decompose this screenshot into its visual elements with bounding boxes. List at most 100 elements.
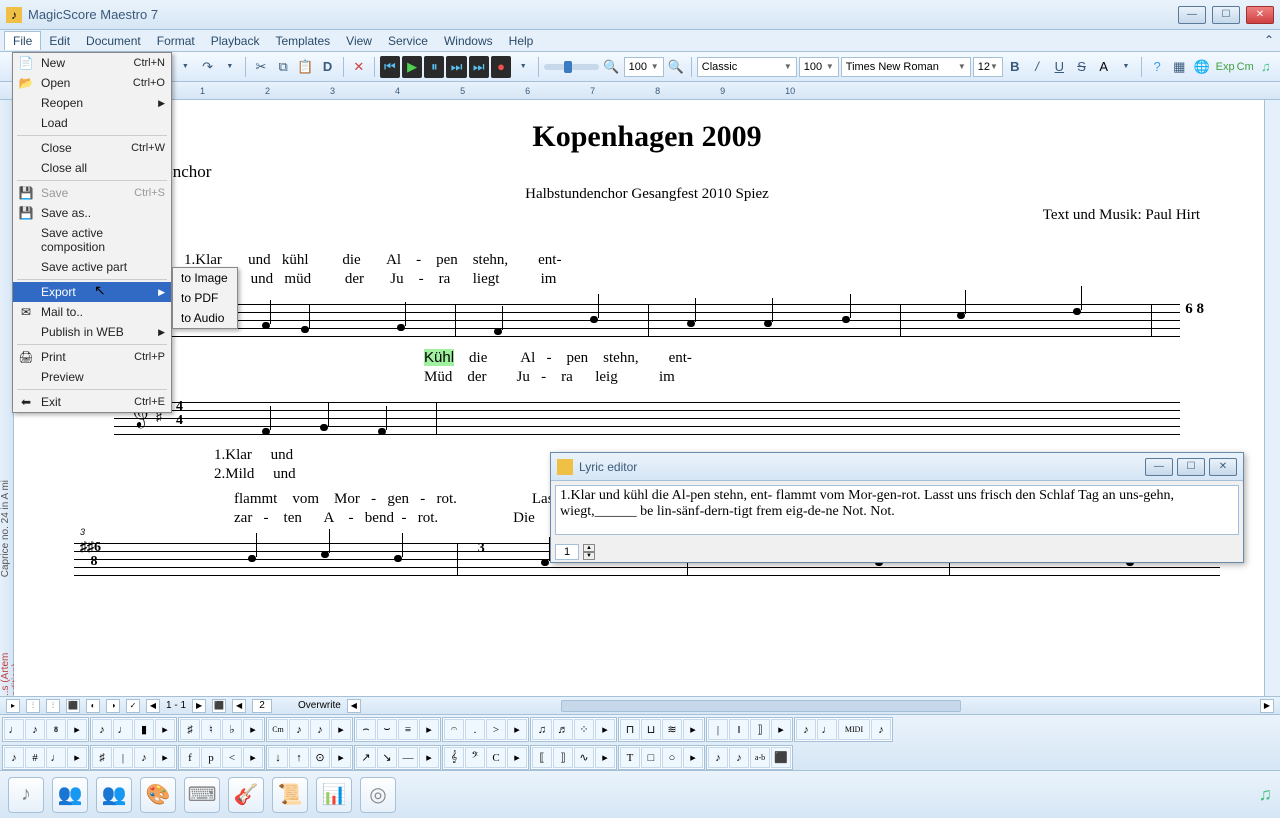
lyric-editor-window[interactable]: Lyric editor — ☐ ✕ ▲▼ [550,452,1244,563]
menu-item-open[interactable]: 📂OpenCtrl+O [13,73,171,93]
menu-caret-icon[interactable]: ⌃ [1264,33,1274,47]
vertical-scrollbar[interactable] [1264,100,1280,696]
palette-btn[interactable]: ▸ [683,747,703,768]
palette-btn[interactable]: ♩ [46,747,66,768]
globe-button[interactable]: 🌐 [1191,56,1211,78]
sb-btn-7[interactable]: ✓ [126,699,140,713]
tool-2-button[interactable]: 👥 [52,777,88,813]
tool-note-button[interactable]: ♪ [8,777,44,813]
palette-btn[interactable]: p [201,747,221,768]
menu-item-exit[interactable]: ⬅ExitCtrl+E [13,392,171,412]
palette-btn[interactable]: . [465,719,485,740]
paste-button[interactable]: 📋 [295,56,315,78]
menu-format[interactable]: Format [149,32,203,50]
palette-btn[interactable]: ∿ [574,747,594,768]
palette-btn[interactable]: ▸ [771,719,791,740]
palette-midi-btn[interactable]: MIDI [838,719,870,740]
palette-btn[interactable]: ▸ [419,719,439,740]
zoom-out-button[interactable]: 🔍 [601,56,621,78]
tool-guitar-button[interactable]: 🎸 [228,777,264,813]
palette-btn[interactable]: f [180,747,200,768]
delete-button[interactable]: ✕ [349,56,369,78]
tool-9-button[interactable]: ◎ [360,777,396,813]
menu-item-save-as[interactable]: 💾Save as.. [13,203,171,223]
menu-item-publish-web[interactable]: Publish in WEB▶ [13,322,171,342]
palette-btn[interactable]: ⊓ [620,719,640,740]
palette-btn[interactable]: ⊔ [641,719,661,740]
style-combo[interactable]: Classic▼ [697,57,797,77]
menu-service[interactable]: Service [380,32,436,50]
palette-btn[interactable]: | [708,719,728,740]
palette-btn[interactable]: 𝄐 [444,719,464,740]
palette-btn[interactable]: ♫ [532,719,552,740]
palette-btn[interactable]: ▸ [243,719,263,740]
submenu-to-image[interactable]: to Image [173,268,237,288]
sb-btn-5[interactable]: ◐ [86,699,100,713]
grid-button[interactable]: ▦ [1169,56,1189,78]
palette-btn[interactable]: | [113,747,133,768]
playback-start-button[interactable]: ⏮ [380,56,400,78]
palette-btn[interactable]: ▸ [243,747,263,768]
palette-btn[interactable]: ♭ [222,719,242,740]
record-button[interactable]: ● [491,56,511,78]
palette-btn[interactable]: ⁘ [574,719,594,740]
lyric-close-button[interactable]: ✕ [1209,458,1237,476]
sb-btn-4[interactable]: ⬛ [66,699,80,713]
palette-btn[interactable]: ♪ [796,719,816,740]
menu-edit[interactable]: Edit [41,32,78,50]
palette-btn[interactable]: ▸ [155,719,175,740]
playback-dd-button[interactable]: ▼ [513,56,533,78]
palette-btn[interactable]: ↓ [268,747,288,768]
palette-btn[interactable]: ♩ [113,719,133,740]
palette-btn[interactable]: ⬛ [771,747,791,768]
palette-btn[interactable]: ♪ [289,719,309,740]
palette-btn[interactable]: ▸ [507,719,527,740]
font-size-combo[interactable]: 12▼ [973,57,1003,77]
palette-btn[interactable]: 8 [46,719,66,740]
menu-item-export[interactable]: Export▶ [13,282,171,302]
tool-keyboard-button[interactable]: ⌨ [184,777,220,813]
sb-field[interactable] [252,699,272,713]
play-button[interactable]: ▶ [402,56,422,78]
lyric-editor-titlebar[interactable]: Lyric editor — ☐ ✕ [551,453,1243,481]
palette-btn[interactable]: ⟦ [532,747,552,768]
d-button[interactable]: D [318,56,338,78]
staff-1[interactable]: 1 𝄞 ♯♯♯ 44 6 8 [114,296,1180,341]
menu-document[interactable]: Document [78,32,149,50]
palette-btn[interactable]: ○ [662,747,682,768]
palette-btn[interactable]: ▸ [419,747,439,768]
palette-btn[interactable]: ‖ [729,719,749,740]
sb-btn-2[interactable]: ⫶ [26,699,40,713]
exp-button[interactable]: Exp [1216,56,1235,78]
tool-palette-button[interactable]: 🎨 [140,777,176,813]
palette-btn[interactable]: — [398,747,418,768]
tool-3-button[interactable]: 👥 [96,777,132,813]
palette-btn[interactable]: ♪ [134,747,154,768]
palette-btn[interactable]: ⟧ [553,747,573,768]
sb-btn-1[interactable]: ▸ [6,699,20,713]
doc-tab-1[interactable]: Caprice no. 24 in A mi [0,480,11,577]
menu-help[interactable]: Help [501,32,542,50]
maximize-button[interactable]: ☐ [1212,6,1240,24]
lyric-max-button[interactable]: ☐ [1177,458,1205,476]
menu-item-new[interactable]: 📄NewCtrl+N [13,53,171,73]
close-button[interactable]: ✕ [1246,6,1274,24]
palette-btn[interactable]: ▸ [67,747,87,768]
palette-btn[interactable]: ♯ [92,747,112,768]
palette-btn[interactable]: ♩ [817,719,837,740]
palette-btn[interactable]: Cm [268,719,288,740]
palette-btn[interactable]: ≡ [398,719,418,740]
menu-item-load[interactable]: Load [13,113,171,133]
sb-btn-6[interactable]: ◑ [106,699,120,713]
lyric-line-spinner[interactable]: ▲▼ [583,544,595,560]
sb-prev-2[interactable]: ◀ [232,699,246,713]
minimize-button[interactable]: — [1178,6,1206,24]
palette-btn[interactable]: > [486,719,506,740]
sb-btn-10[interactable]: ⬛ [212,699,226,713]
palette-btn[interactable]: ⟧ [750,719,770,740]
strike-button[interactable]: S [1071,56,1091,78]
palette-btn[interactable]: ♪ [4,747,24,768]
submenu-to-pdf[interactable]: to PDF [173,288,237,308]
palette-btn[interactable]: ♪ [729,747,749,768]
menu-item-preview[interactable]: Preview [13,367,171,387]
